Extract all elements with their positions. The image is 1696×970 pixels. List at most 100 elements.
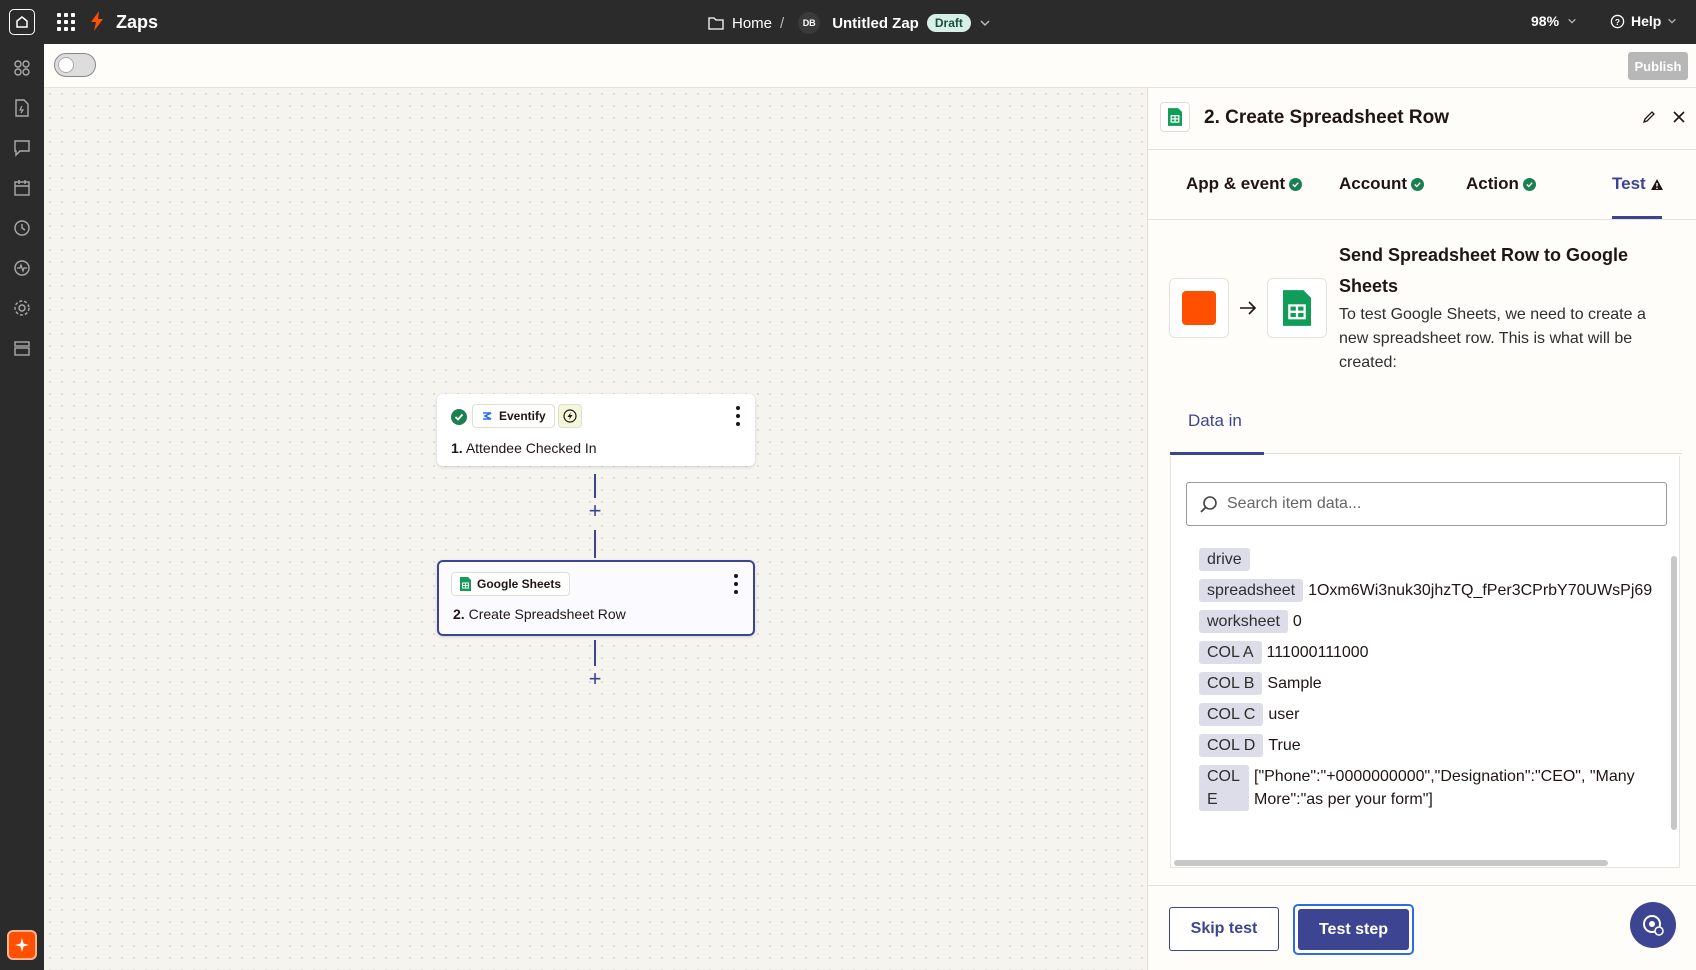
panel-header: 2. Create Spreadsheet Row <box>1148 88 1696 150</box>
app-chip: Google Sheets <box>451 572 571 596</box>
zoom-control[interactable]: 98% <box>1531 13 1577 29</box>
list-item: COL D True <box>1199 734 1669 757</box>
app-chip: Eventify <box>472 404 555 428</box>
zap-canvas[interactable]: Eventify 1. Attendee Checked In + Google… <box>44 88 1147 970</box>
close-icon[interactable] <box>1671 109 1687 125</box>
left-sidebar <box>0 44 44 970</box>
tab-app-event[interactable]: App & event <box>1186 174 1303 194</box>
field-key: spreadsheet <box>1199 579 1304 602</box>
field-value: Sample <box>1267 675 1322 692</box>
copilot-sparkle-icon[interactable] <box>7 930 37 960</box>
test-description: To test Google Sheets, we need to create… <box>1339 306 1646 371</box>
chevron-down-icon[interactable] <box>979 17 991 29</box>
horizontal-scrollbar[interactable] <box>1174 860 1608 866</box>
zaps-file-icon[interactable] <box>12 98 32 118</box>
active-tab-indicator <box>1170 452 1264 455</box>
more-options-icon[interactable] <box>735 406 741 426</box>
editor-toolbar: Publish <box>44 44 1696 88</box>
step-title: 1. Attendee Checked In <box>451 440 597 456</box>
help-label: Help <box>1631 13 1662 29</box>
folder-icon <box>708 17 724 30</box>
check-circle-icon <box>1522 177 1536 191</box>
step-card-trigger[interactable]: Eventify 1. Attendee Checked In <box>437 394 755 466</box>
add-step-button[interactable]: + <box>585 498 605 524</box>
svg-text:?: ? <box>1615 16 1620 26</box>
zap-on-off-toggle[interactable] <box>54 53 96 77</box>
field-key: drive <box>1199 548 1250 571</box>
tab-test[interactable]: Test <box>1612 174 1664 194</box>
apps-icon[interactable] <box>12 58 32 78</box>
breadcrumb-separator: / <box>780 14 785 32</box>
search-input[interactable]: Search item data... <box>1186 482 1667 526</box>
storage-icon[interactable] <box>12 338 32 358</box>
more-options-icon[interactable] <box>733 574 739 594</box>
app-name: Eventify <box>499 409 546 423</box>
vertical-scrollbar[interactable] <box>1671 556 1677 830</box>
breadcrumb: Home / DB Untitled Zap Draft <box>708 12 991 34</box>
test-step-button[interactable]: Test step <box>1293 904 1414 955</box>
eventify-logo-icon <box>483 412 492 420</box>
home-icon[interactable] <box>9 9 35 35</box>
edit-pencil-icon[interactable] <box>1642 110 1656 124</box>
search-placeholder: Search item data... <box>1227 495 1362 512</box>
warning-icon <box>1650 178 1663 190</box>
divider <box>1148 885 1696 886</box>
check-circle-icon <box>1411 177 1424 191</box>
step-editor-panel: 2. Create Spreadsheet Row App & event Ac… <box>1147 88 1696 970</box>
zap-name[interactable]: Untitled Zap <box>832 15 919 32</box>
trigger-app-icon <box>1169 278 1229 338</box>
step-card-action[interactable]: Google Sheets 2. Create Spreadsheet Row <box>437 560 755 636</box>
data-flow-illustration <box>1169 278 1327 338</box>
skip-test-button[interactable]: Skip test <box>1169 907 1279 951</box>
activity-icon[interactable] <box>12 258 32 278</box>
data-rows: drive spreadsheet 1Oxm6Wi3nuk30jhzTQ_fPer… <box>1199 548 1669 819</box>
top-bar: Zaps Home / DB Untitled Zap Draft 98% ? … <box>0 0 1696 44</box>
field-key: COL B <box>1199 672 1263 695</box>
calendar-icon[interactable] <box>12 178 32 198</box>
settings-icon[interactable] <box>12 298 32 318</box>
check-circle-icon <box>1289 177 1303 191</box>
history-icon[interactable] <box>12 218 32 238</box>
chat-icon[interactable] <box>12 138 32 158</box>
field-key: COL E <box>1199 765 1249 811</box>
list-item: spreadsheet 1Oxm6Wi3nuk30jhzTQ_fPer3CPrbY… <box>1199 579 1669 602</box>
help-icon: ? <box>1610 14 1625 28</box>
support-chat-icon[interactable] <box>1630 902 1676 948</box>
connector-line <box>594 530 596 558</box>
field-key: COL A <box>1199 641 1262 664</box>
list-item: COL B Sample <box>1199 672 1669 695</box>
field-value: 0 <box>1292 613 1302 630</box>
app-grid-icon[interactable] <box>55 11 75 31</box>
list-item: COL A 111000111000 <box>1199 641 1669 664</box>
active-tab-indicator <box>1612 216 1662 219</box>
breadcrumb-home[interactable]: Home <box>732 15 772 32</box>
field-value: True <box>1268 737 1301 754</box>
tab-account[interactable]: Account <box>1339 174 1424 194</box>
field-value: 1Oxm6Wi3nuk30jhzTQ_fPer3CPrbY70UWsPj69 <box>1308 582 1653 599</box>
check-circle-icon <box>451 409 467 425</box>
list-item: worksheet 0 <box>1199 610 1669 633</box>
google-sheets-icon <box>460 577 471 591</box>
publish-button[interactable]: Publish <box>1628 52 1688 80</box>
zap-bolt-icon <box>90 11 104 36</box>
chevron-down-icon <box>1668 18 1677 24</box>
connector-line <box>594 474 596 498</box>
connector-line <box>594 640 596 666</box>
tab-action[interactable]: Action <box>1466 174 1536 194</box>
arrow-right-icon <box>1240 301 1257 315</box>
avatar: DB <box>798 12 821 34</box>
app-title[interactable]: Zaps <box>116 12 158 33</box>
help-button[interactable]: ? Help <box>1610 13 1677 29</box>
list-item: drive <box>1199 548 1669 571</box>
app-name: Google Sheets <box>477 577 562 591</box>
status-badge: Draft <box>926 14 971 32</box>
field-value: 111000111000 <box>1266 644 1369 661</box>
google-sheets-icon <box>1160 102 1190 132</box>
field-key: COL D <box>1199 734 1264 757</box>
field-key: COL C <box>1199 703 1264 726</box>
field-value: ["Phone":"+0000000000","Designation":"CE… <box>1254 768 1635 808</box>
test-heading: Send Spreadsheet Row to Google Sheets <box>1339 245 1629 296</box>
tab-data-in[interactable]: Data in <box>1188 411 1242 431</box>
add-step-button[interactable]: + <box>585 666 605 692</box>
data-in-list: Search item data... drive spreadsheet 1Ox… <box>1170 456 1680 868</box>
